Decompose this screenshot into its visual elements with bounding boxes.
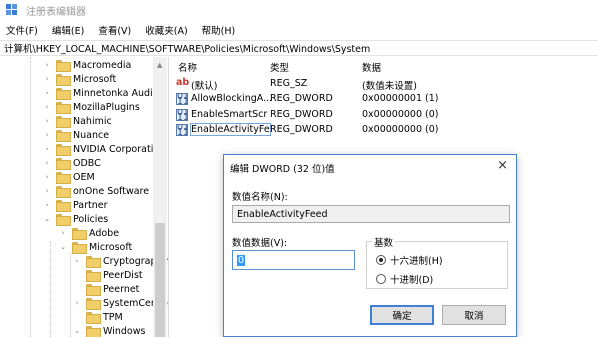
radio-decimal[interactable]: 十进制(D) — [376, 272, 433, 286]
collapse-arrow-icon[interactable]: ⌄ — [42, 214, 52, 224]
folder-icon — [86, 284, 101, 296]
value-data: (数值未设置) — [362, 81, 417, 92]
value-name: AllowBlockingA... — [191, 93, 273, 104]
folder-icon — [56, 130, 71, 142]
menu-help[interactable]: 帮助(H) — [202, 23, 236, 37]
value-type: REG_DWORD — [270, 124, 333, 135]
expand-arrow-icon[interactable]: › — [72, 298, 82, 308]
base-label: 基数 — [372, 235, 396, 249]
value-type: REG_SZ — [270, 78, 308, 89]
expand-arrow-icon[interactable]: › — [42, 88, 52, 98]
value-data-input[interactable]: 0 — [232, 250, 355, 270]
radio-unselected-icon[interactable] — [376, 274, 386, 284]
collapse-arrow-icon[interactable]: ⌄ — [58, 242, 68, 252]
folder-icon — [56, 88, 71, 100]
column-header-data[interactable]: 数据 — [362, 60, 381, 74]
expand-arrow-icon[interactable]: › — [42, 200, 52, 210]
value-row[interactable]: 011110 EnableSmartScr REG_DWORD 0x000000… — [176, 108, 596, 123]
folder-icon — [56, 102, 71, 114]
expand-arrow-icon[interactable]: › — [42, 74, 52, 84]
edit-dword-dialog: 编辑 DWORD (32 位)值 × 数值名称(N): EnableActivi… — [223, 154, 517, 337]
menu-favorites[interactable]: 收藏夹(A) — [145, 23, 187, 37]
value-type: REG_DWORD — [270, 93, 333, 104]
expand-arrow-icon[interactable]: › — [42, 60, 52, 70]
radio-hexadecimal[interactable]: 十六进制(H) — [376, 253, 443, 267]
column-header-name[interactable]: 名称 — [178, 60, 197, 74]
value-row-selected[interactable]: 011110 EnableActivityFe REG_DWORD 0x0000… — [176, 123, 596, 138]
value-name: EnableActivityFe — [190, 123, 271, 136]
folder-open-icon — [56, 214, 71, 226]
menu-edit[interactable]: 编辑(E) — [52, 23, 84, 37]
address-bar[interactable]: 计算机\HKEY_LOCAL_MACHINE\SOFTWARE\Policies… — [0, 40, 598, 56]
cancel-button[interactable]: 取消 — [442, 305, 506, 325]
pane-splitter[interactable] — [168, 57, 169, 337]
folder-icon — [72, 228, 87, 240]
value-data-label: 数值数据(V): — [232, 238, 288, 249]
dword-value-icon: 011110 — [176, 124, 188, 136]
value-data: 0x00000001 (1) — [362, 93, 439, 104]
folder-icon — [86, 256, 101, 268]
dword-value-icon: 011110 — [176, 109, 188, 121]
folder-icon — [86, 270, 101, 282]
scroll-up-icon[interactable]: ▲ — [157, 61, 162, 69]
folder-icon — [56, 186, 71, 198]
value-row[interactable]: 011110 AllowBlockingA... REG_DWORD 0x000… — [176, 92, 596, 107]
expand-arrow-icon[interactable]: › — [42, 172, 52, 182]
value-name-label: 数值名称(N): — [232, 192, 288, 203]
expand-arrow-icon[interactable]: › — [58, 228, 68, 238]
folder-icon — [56, 158, 71, 170]
collapse-arrow-icon[interactable]: ⌄ — [72, 326, 82, 336]
column-header-type[interactable]: 类型 — [270, 60, 289, 74]
folder-open-icon — [72, 242, 87, 254]
folder-open-icon — [86, 326, 101, 337]
value-data: 0x00000000 (0) — [362, 109, 439, 120]
folder-icon — [86, 312, 101, 324]
tree-scrollbar[interactable]: ▲ — [153, 57, 167, 337]
folder-icon — [56, 172, 71, 184]
title-bar: 注册表编辑器 — [0, 0, 598, 20]
value-name: (默认) — [191, 81, 218, 92]
folder-icon — [56, 74, 71, 86]
value-row-default[interactable]: ab (默认) REG_SZ (数值未设置) — [176, 77, 596, 93]
dialog-title: 编辑 DWORD (32 位)值 — [230, 164, 335, 175]
radio-selected-icon[interactable] — [376, 255, 386, 265]
address-path[interactable]: 计算机\HKEY_LOCAL_MACHINE\SOFTWARE\Policies… — [4, 41, 370, 55]
value-name: EnableSmartScr — [191, 109, 268, 120]
value-type: REG_DWORD — [270, 109, 333, 120]
expand-arrow-icon[interactable]: › — [42, 102, 52, 112]
scrollbar-thumb[interactable] — [155, 223, 165, 337]
folder-icon — [56, 200, 71, 212]
folder-icon — [56, 60, 71, 72]
folder-icon — [56, 144, 71, 156]
menu-view[interactable]: 查看(V) — [98, 23, 131, 37]
menu-bar: 文件(F) 编辑(E) 查看(V) 收藏夹(A) 帮助(H) — [0, 22, 598, 38]
ok-button[interactable]: 确定 — [370, 305, 434, 325]
expand-arrow-icon[interactable]: › — [42, 144, 52, 154]
expand-arrow-icon[interactable]: › — [42, 130, 52, 140]
value-data: 0x00000000 (0) — [362, 124, 439, 135]
expand-arrow-icon[interactable]: › — [72, 256, 82, 266]
dword-value-icon: 011110 — [176, 93, 188, 105]
value-name-field: EnableActivityFeed — [232, 205, 510, 223]
expand-arrow-icon[interactable]: › — [42, 116, 52, 126]
string-value-icon: ab — [176, 77, 190, 88]
regedit-app-icon — [6, 4, 18, 16]
window-title: 注册表编辑器 — [26, 6, 86, 18]
key-tree: › Macromedia › Microsoft › Minnetonka Audio… — [0, 57, 168, 337]
expand-arrow-icon[interactable]: › — [42, 158, 52, 168]
close-icon[interactable]: × — [497, 158, 508, 173]
tree-item-windows[interactable]: ⌄ Windows — [72, 323, 145, 337]
expand-arrow-icon[interactable]: › — [42, 186, 52, 196]
folder-icon — [86, 298, 101, 310]
menu-file[interactable]: 文件(F) — [6, 23, 38, 37]
folder-icon — [56, 116, 71, 128]
